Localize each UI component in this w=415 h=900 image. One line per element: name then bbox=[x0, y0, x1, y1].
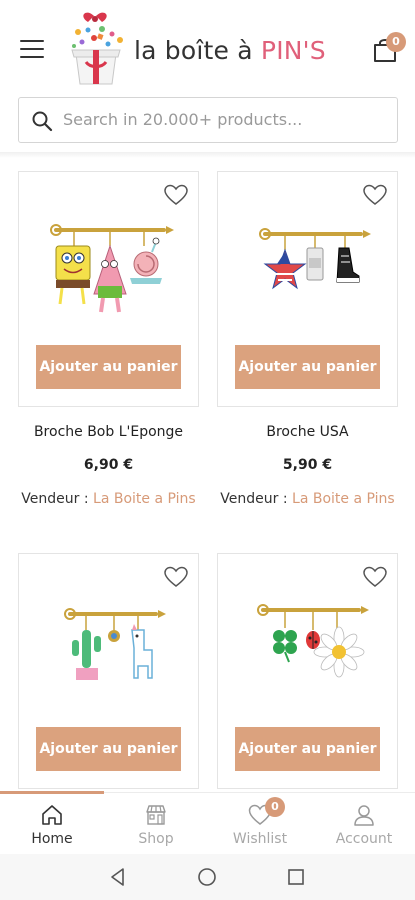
nav-label-home: Home bbox=[31, 831, 73, 847]
product-card[interactable]: Ajouter au panier bbox=[18, 171, 199, 407]
cart-count-badge: 0 bbox=[386, 32, 406, 52]
gift-box-logo-icon bbox=[71, 12, 123, 85]
add-to-cart-button[interactable]: Ajouter au panier bbox=[36, 345, 181, 389]
nav-item-account[interactable]: Account bbox=[312, 793, 415, 855]
store-name: la boîte à PIN'S bbox=[134, 36, 326, 65]
nav-item-wishlist[interactable]: 0 Wishlist bbox=[208, 793, 312, 855]
product-price: 6,90 € bbox=[83, 457, 134, 473]
nav-label-wishlist: Wishlist bbox=[232, 831, 288, 847]
search-input[interactable] bbox=[63, 98, 383, 142]
wishlist-heart-icon[interactable] bbox=[164, 566, 188, 588]
vendor-link[interactable]: La Boite a Pins bbox=[93, 491, 196, 507]
header-divider bbox=[0, 152, 415, 158]
product-name[interactable]: Broche USA bbox=[217, 422, 398, 442]
vendor-link[interactable]: La Boite a Pins bbox=[292, 491, 395, 507]
add-to-cart-button[interactable]: Ajouter au panier bbox=[235, 727, 380, 771]
add-to-cart-button[interactable]: Ajouter au panier bbox=[235, 345, 380, 389]
product-price: 5,90 € bbox=[282, 457, 333, 473]
nav-label-shop: Shop bbox=[138, 831, 174, 847]
menu-icon[interactable] bbox=[20, 40, 44, 60]
product-card[interactable]: Ajouter au panier bbox=[217, 553, 398, 789]
user-icon bbox=[354, 805, 374, 826]
wishlist-count-badge: 0 bbox=[265, 797, 285, 817]
product-info: Broche USA 5,90 € Vendeur : La Boite a P… bbox=[217, 422, 398, 512]
bottom-navigation: Home Shop 0 Wishlist Account bbox=[0, 791, 415, 855]
product-vendor: Vendeur : La Boite a Pins bbox=[217, 486, 398, 512]
app-header: la boîte à PIN'S 0 bbox=[0, 0, 415, 92]
product-name[interactable]: Broche Bob L'Eponge bbox=[18, 422, 199, 442]
nav-item-shop[interactable]: Shop bbox=[104, 793, 208, 855]
store-logo[interactable]: la boîte à PIN'S bbox=[64, 6, 364, 86]
product-card[interactable]: Ajouter au panier bbox=[217, 171, 398, 407]
search-bar[interactable] bbox=[18, 97, 398, 143]
home-icon bbox=[42, 805, 62, 825]
system-navigation-bar bbox=[0, 854, 415, 900]
product-info: Broche Bob L'Eponge 6,90 € Vendeur : La … bbox=[18, 422, 199, 512]
usa-charm-brooch-image[interactable] bbox=[233, 212, 383, 322]
clover-daisy-charm-brooch-image[interactable] bbox=[233, 594, 383, 704]
vendor-label: Vendeur : bbox=[220, 491, 293, 507]
back-triangle-icon[interactable] bbox=[108, 867, 128, 887]
shop-icon bbox=[146, 805, 166, 825]
product-vendor: Vendeur : La Boite a Pins bbox=[18, 486, 199, 512]
spongebob-charm-brooch-image[interactable] bbox=[34, 212, 184, 322]
wishlist-heart-icon[interactable] bbox=[164, 184, 188, 206]
nav-item-home[interactable]: Home bbox=[0, 793, 104, 855]
search-icon bbox=[32, 111, 53, 132]
vendor-label: Vendeur : bbox=[21, 491, 94, 507]
wishlist-heart-icon[interactable] bbox=[363, 566, 387, 588]
add-to-cart-button[interactable]: Ajouter au panier bbox=[36, 727, 181, 771]
home-circle-icon[interactable] bbox=[197, 867, 217, 887]
recents-square-icon[interactable] bbox=[286, 867, 306, 887]
nav-label-account: Account bbox=[335, 831, 393, 847]
cactus-llama-charm-brooch-image[interactable] bbox=[34, 594, 184, 704]
wishlist-heart-icon[interactable] bbox=[363, 184, 387, 206]
product-card[interactable]: Ajouter au panier bbox=[18, 553, 199, 789]
